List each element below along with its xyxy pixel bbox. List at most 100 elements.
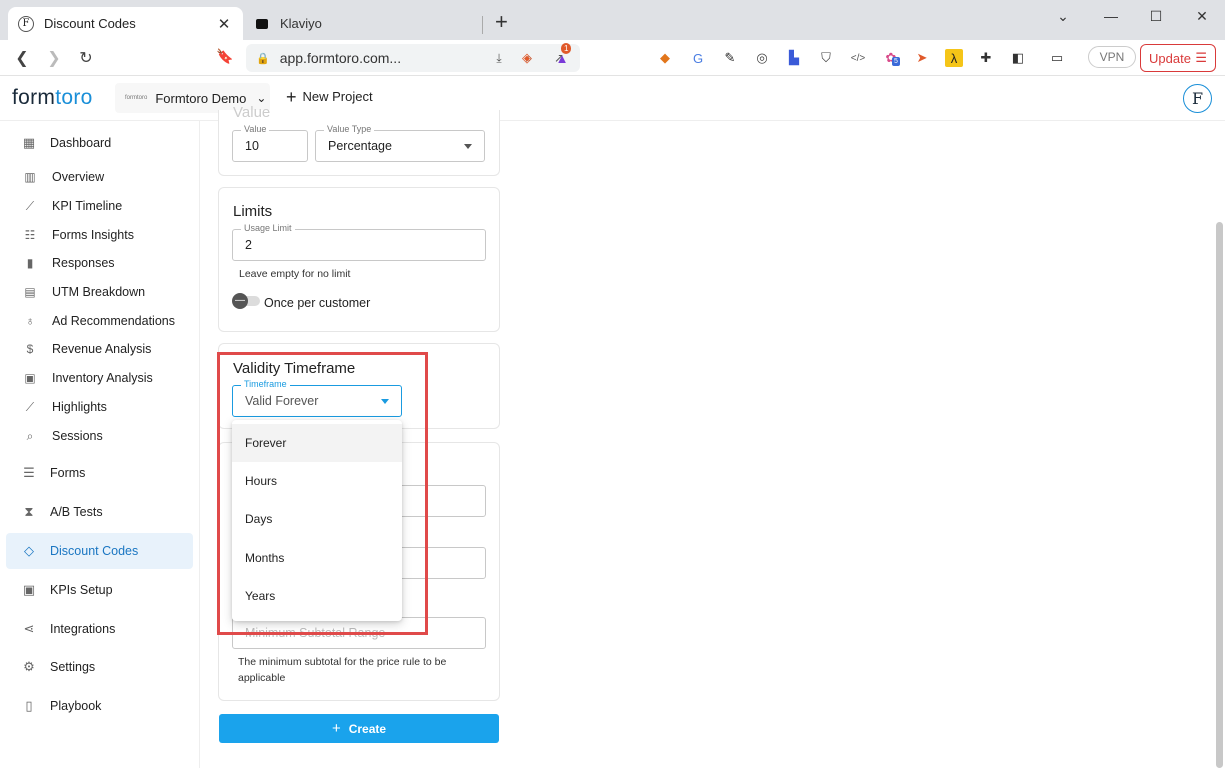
app-header: formtoro formtoro Formtoro Demo ⌄ + New … bbox=[0, 76, 1225, 121]
page-scrollbar[interactable] bbox=[1216, 222, 1223, 768]
forms-icon: ☰ bbox=[23, 465, 35, 480]
maximize-icon[interactable]: ☐ bbox=[1146, 8, 1166, 25]
formtoro-favicon-icon: F bbox=[18, 15, 34, 32]
pen-icon[interactable]: ✎ bbox=[721, 49, 739, 67]
bookmark-icon[interactable]: 🔖 bbox=[215, 48, 235, 65]
arrow-extension-icon[interactable]: ➤ bbox=[913, 49, 931, 67]
sidebar-item-kpis-setup[interactable]: ▣ KPIs Setup bbox=[6, 572, 193, 608]
sessions-icon: ⌕ bbox=[26, 428, 34, 443]
menu-icon: ☰ bbox=[1195, 50, 1207, 65]
tab-klaviyo[interactable]: Klaviyo bbox=[244, 7, 482, 40]
sidebar-toggle-icon[interactable]: ◧ bbox=[1009, 49, 1027, 67]
book-icon: ▯ bbox=[25, 698, 33, 713]
value-type-label: Value Type bbox=[324, 124, 375, 135]
url-text: app.formtoro.com... bbox=[279, 50, 402, 66]
sidebar-item-label: Forms bbox=[50, 466, 86, 480]
tab-search-icon[interactable]: ⌄ bbox=[1053, 8, 1073, 25]
extensions-puzzle-icon[interactable]: ✚ bbox=[977, 49, 995, 67]
sidebar-item-dashboard[interactable]: ▦ Dashboard bbox=[6, 125, 193, 161]
dollar-icon: $ bbox=[26, 342, 34, 356]
sidebar-item-forms[interactable]: ☰ Forms bbox=[6, 455, 193, 491]
once-per-customer-label: Once per customer bbox=[264, 296, 371, 310]
sidebar-item-label: Discount Codes bbox=[50, 544, 139, 558]
value-card: Value Value 10 Value Type Percentage bbox=[218, 104, 500, 176]
lambda-extension-icon[interactable]: λ bbox=[945, 49, 963, 67]
create-button[interactable]: + Create bbox=[219, 714, 499, 743]
sidebar: ▦ Dashboard ▥ Overview ⟋ KPI Timeline ☷ Form… bbox=[0, 121, 200, 768]
vpn-label: VPN bbox=[1099, 50, 1125, 64]
value-label: Value bbox=[241, 124, 270, 135]
limits-title: Limits bbox=[233, 203, 273, 220]
dashboard-icon: ▦ bbox=[22, 135, 36, 150]
sidebar-item-label: Inventory Analysis bbox=[52, 371, 153, 385]
sidebar-item-label: Ad Recommendations bbox=[52, 314, 175, 328]
puzzle-blue-icon[interactable]: ▙ bbox=[785, 49, 803, 67]
sidebar-item-ab-tests[interactable]: ⧗ A/B Tests bbox=[6, 494, 193, 530]
brave-shield-icon[interactable]: ◈ bbox=[518, 49, 536, 67]
translate-icon[interactable]: G bbox=[689, 49, 707, 67]
new-tab-button[interactable]: + bbox=[495, 11, 508, 33]
hourglass-icon: ⧗ bbox=[24, 504, 34, 519]
metamask-icon[interactable]: ◆ bbox=[656, 49, 674, 67]
value-section-title: Value bbox=[233, 104, 271, 121]
usage-limit-helper: Leave empty for no limit bbox=[239, 268, 351, 280]
usage-limit-input[interactable]: Usage Limit 2 bbox=[232, 223, 486, 261]
sidebar-item-label: Settings bbox=[50, 660, 96, 674]
color-extension-icon[interactable]: ✿ 5 bbox=[882, 49, 900, 67]
sidebar-item-discount-codes[interactable]: ◇ Discount Codes bbox=[6, 533, 193, 569]
back-icon[interactable]: ❮ bbox=[12, 48, 32, 68]
logo-accent-text: toro bbox=[55, 86, 93, 109]
close-icon[interactable]: ✕ bbox=[215, 15, 233, 33]
brave-rewards-icon[interactable]: ▲ 1 bbox=[553, 43, 572, 67]
tab-divider bbox=[482, 16, 483, 34]
extension-circle-icon[interactable]: ◎ bbox=[753, 49, 771, 67]
sidebar-item-label: Forms Insights bbox=[52, 228, 134, 242]
once-per-customer-toggle[interactable]: — bbox=[232, 293, 262, 309]
share-icon: ⋖ bbox=[23, 621, 35, 636]
lightbulb-icon: ♁ bbox=[25, 314, 35, 328]
lock-icon: 🔒 bbox=[256, 52, 270, 65]
new-project-button[interactable]: + New Project bbox=[286, 86, 373, 107]
sidebar-item-label: Responses bbox=[52, 256, 115, 270]
tag-icon: ◇ bbox=[24, 543, 34, 558]
code-icon[interactable]: </> bbox=[849, 49, 867, 67]
sidebar-item-label: Integrations bbox=[50, 622, 116, 636]
sidebar-item-label: Revenue Analysis bbox=[52, 342, 152, 356]
responses-icon: ▮ bbox=[26, 256, 34, 270]
forward-icon[interactable]: ❯ bbox=[44, 48, 64, 68]
update-label: Update bbox=[1149, 50, 1191, 66]
clipboard-icon: ▣ bbox=[24, 371, 36, 385]
caret-down-icon bbox=[464, 144, 472, 149]
wallet-icon[interactable]: ▭ bbox=[1048, 49, 1066, 67]
klaviyo-favicon-icon bbox=[256, 18, 268, 29]
update-button[interactable]: Update ☰ bbox=[1140, 44, 1216, 72]
window-close-icon[interactable]: ✕ bbox=[1192, 8, 1212, 25]
reload-icon[interactable]: ↻ bbox=[76, 48, 96, 68]
minimize-icon[interactable]: — bbox=[1101, 8, 1121, 24]
new-project-label: New Project bbox=[302, 89, 373, 104]
forms-insights-icon: ☷ bbox=[24, 228, 36, 242]
sidebar-item-playbook[interactable]: ▯ Playbook bbox=[6, 688, 193, 724]
trend-icon: ⟋ bbox=[25, 198, 35, 213]
avatar[interactable]: F bbox=[1183, 84, 1212, 113]
sidebar-item-label: Sessions bbox=[52, 429, 103, 443]
create-label: Create bbox=[348, 721, 387, 736]
toggle-knob-icon: — bbox=[232, 293, 248, 309]
value-input[interactable]: Value 10 bbox=[232, 124, 308, 162]
sidebar-item-label: UTM Breakdown bbox=[52, 285, 146, 299]
shield-extension-icon[interactable]: ⛉ bbox=[817, 49, 835, 67]
sidebar-item-integrations[interactable]: ⋖ Integrations bbox=[6, 611, 193, 647]
install-icon[interactable]: ⤓ bbox=[490, 51, 508, 66]
plus-icon: + bbox=[286, 86, 297, 107]
sidebar-item-label: KPIs Setup bbox=[50, 583, 113, 597]
tab-discount-codes[interactable]: F Discount Codes ✕ bbox=[8, 7, 243, 40]
usage-limit-text: 2 bbox=[245, 238, 252, 252]
plus-icon: + bbox=[331, 720, 341, 737]
limits-card: Limits Usage Limit 2 Leave empty for no … bbox=[218, 187, 500, 332]
value-type-select[interactable]: Value Type Percentage bbox=[315, 124, 485, 162]
tab-title: Discount Codes bbox=[44, 16, 136, 31]
formtoro-logo[interactable]: formtoro bbox=[12, 86, 93, 110]
sidebar-item-sessions[interactable]: ⌕ Sessions bbox=[6, 418, 193, 454]
sidebar-item-settings[interactable]: ⚙ Settings bbox=[6, 649, 193, 685]
vpn-button[interactable]: VPN bbox=[1088, 46, 1136, 68]
